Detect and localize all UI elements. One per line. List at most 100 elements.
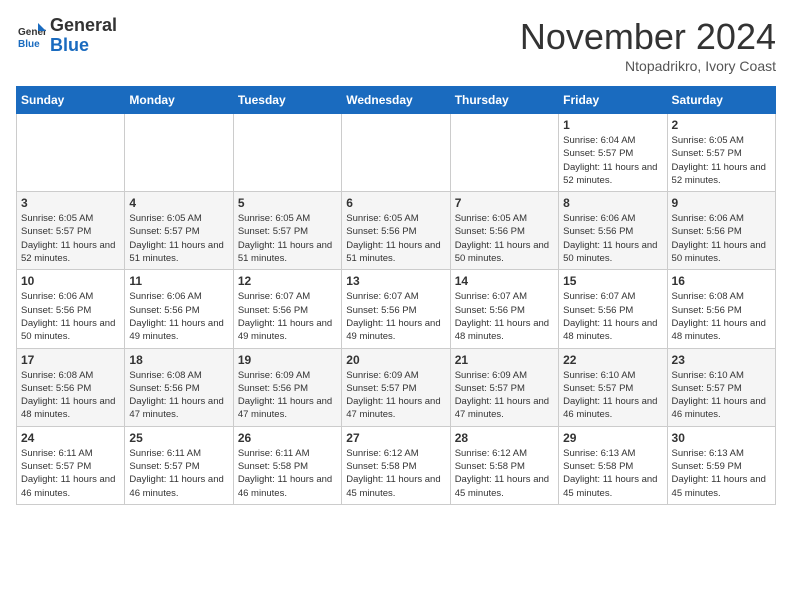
calendar-cell: 19 Sunrise: 6:09 AM Sunset: 5:56 PM Dayli…	[233, 348, 341, 426]
calendar-cell: 13 Sunrise: 6:07 AM Sunset: 5:56 PM Dayli…	[342, 270, 450, 348]
day-number: 14	[455, 274, 554, 288]
logo-blue-text: Blue	[50, 35, 89, 55]
day-info: Sunrise: 6:12 AM Sunset: 5:58 PM Dayligh…	[455, 447, 554, 500]
day-info: Sunrise: 6:08 AM Sunset: 5:56 PM Dayligh…	[129, 369, 228, 422]
day-number: 29	[563, 431, 662, 445]
day-number: 22	[563, 353, 662, 367]
day-info: Sunrise: 6:05 AM Sunset: 5:57 PM Dayligh…	[238, 212, 337, 265]
day-number: 5	[238, 196, 337, 210]
day-number: 19	[238, 353, 337, 367]
calendar-cell: 21 Sunrise: 6:09 AM Sunset: 5:57 PM Dayli…	[450, 348, 558, 426]
calendar-cell: 20 Sunrise: 6:09 AM Sunset: 5:57 PM Dayli…	[342, 348, 450, 426]
day-number: 7	[455, 196, 554, 210]
day-info: Sunrise: 6:08 AM Sunset: 5:56 PM Dayligh…	[21, 369, 120, 422]
calendar-cell: 25 Sunrise: 6:11 AM Sunset: 5:57 PM Dayli…	[125, 426, 233, 504]
calendar-cell	[17, 114, 125, 192]
location-subtitle: Ntopadrikro, Ivory Coast	[520, 58, 776, 74]
calendar-cell: 12 Sunrise: 6:07 AM Sunset: 5:56 PM Dayli…	[233, 270, 341, 348]
day-info: Sunrise: 6:04 AM Sunset: 5:57 PM Dayligh…	[563, 134, 662, 187]
day-info: Sunrise: 6:10 AM Sunset: 5:57 PM Dayligh…	[672, 369, 771, 422]
calendar-body: 1 Sunrise: 6:04 AM Sunset: 5:57 PM Daylig…	[17, 114, 776, 505]
calendar-week-1: 1 Sunrise: 6:04 AM Sunset: 5:57 PM Daylig…	[17, 114, 776, 192]
calendar-cell: 18 Sunrise: 6:08 AM Sunset: 5:56 PM Dayli…	[125, 348, 233, 426]
day-info: Sunrise: 6:13 AM Sunset: 5:58 PM Dayligh…	[563, 447, 662, 500]
day-info: Sunrise: 6:06 AM Sunset: 5:56 PM Dayligh…	[21, 290, 120, 343]
day-number: 6	[346, 196, 445, 210]
day-number: 21	[455, 353, 554, 367]
calendar-cell: 4Sunrise: 6:05 AM Sunset: 5:57 PM Daylig…	[125, 192, 233, 270]
calendar-cell: 29 Sunrise: 6:13 AM Sunset: 5:58 PM Dayli…	[559, 426, 667, 504]
day-info: Sunrise: 6:05 AM Sunset: 5:56 PM Dayligh…	[346, 212, 445, 265]
day-info: Sunrise: 6:07 AM Sunset: 5:56 PM Dayligh…	[563, 290, 662, 343]
calendar-header: SundayMondayTuesdayWednesdayThursdayFrid…	[17, 87, 776, 114]
day-number: 16	[672, 274, 771, 288]
day-info: Sunrise: 6:08 AM Sunset: 5:56 PM Dayligh…	[672, 290, 771, 343]
day-number: 25	[129, 431, 228, 445]
calendar-cell: 22Sunrise: 6:10 AM Sunset: 5:57 PM Dayli…	[559, 348, 667, 426]
calendar-cell	[125, 114, 233, 192]
day-number: 9	[672, 196, 771, 210]
day-info: Sunrise: 6:12 AM Sunset: 5:58 PM Dayligh…	[346, 447, 445, 500]
calendar-week-2: 3Sunrise: 6:05 AM Sunset: 5:57 PM Daylig…	[17, 192, 776, 270]
day-info: Sunrise: 6:11 AM Sunset: 5:57 PM Dayligh…	[129, 447, 228, 500]
calendar-cell: 16 Sunrise: 6:08 AM Sunset: 5:56 PM Dayli…	[667, 270, 775, 348]
day-number: 12	[238, 274, 337, 288]
day-info: Sunrise: 6:13 AM Sunset: 5:59 PM Dayligh…	[672, 447, 771, 500]
calendar-cell: 8Sunrise: 6:06 AM Sunset: 5:56 PM Daylig…	[559, 192, 667, 270]
logo: General Blue General Blue	[16, 16, 117, 56]
day-info: Sunrise: 6:07 AM Sunset: 5:56 PM Dayligh…	[346, 290, 445, 343]
calendar-week-5: 24 Sunrise: 6:11 AM Sunset: 5:57 PM Dayli…	[17, 426, 776, 504]
calendar-cell: 6 Sunrise: 6:05 AM Sunset: 5:56 PM Daylig…	[342, 192, 450, 270]
calendar-cell: 23 Sunrise: 6:10 AM Sunset: 5:57 PM Dayli…	[667, 348, 775, 426]
day-header-wednesday: Wednesday	[342, 87, 450, 114]
day-info: Sunrise: 6:07 AM Sunset: 5:56 PM Dayligh…	[455, 290, 554, 343]
calendar-cell	[450, 114, 558, 192]
day-info: Sunrise: 6:05 AM Sunset: 5:56 PM Dayligh…	[455, 212, 554, 265]
day-header-sunday: Sunday	[17, 87, 125, 114]
calendar-cell: 17Sunrise: 6:08 AM Sunset: 5:56 PM Dayli…	[17, 348, 125, 426]
days-of-week-row: SundayMondayTuesdayWednesdayThursdayFrid…	[17, 87, 776, 114]
calendar-cell: 7 Sunrise: 6:05 AM Sunset: 5:56 PM Daylig…	[450, 192, 558, 270]
day-number: 26	[238, 431, 337, 445]
title-block: November 2024 Ntopadrikro, Ivory Coast	[520, 16, 776, 74]
day-number: 23	[672, 353, 771, 367]
logo-icon: General Blue	[16, 21, 46, 51]
day-header-monday: Monday	[125, 87, 233, 114]
day-info: Sunrise: 6:06 AM Sunset: 5:56 PM Dayligh…	[129, 290, 228, 343]
day-header-tuesday: Tuesday	[233, 87, 341, 114]
calendar-cell: 15 Sunrise: 6:07 AM Sunset: 5:56 PM Dayli…	[559, 270, 667, 348]
day-info: Sunrise: 6:09 AM Sunset: 5:56 PM Dayligh…	[238, 369, 337, 422]
day-info: Sunrise: 6:06 AM Sunset: 5:56 PM Dayligh…	[563, 212, 662, 265]
day-number: 18	[129, 353, 228, 367]
calendar-cell: 14 Sunrise: 6:07 AM Sunset: 5:56 PM Dayli…	[450, 270, 558, 348]
calendar-cell	[233, 114, 341, 192]
day-number: 11	[129, 274, 228, 288]
day-info: Sunrise: 6:05 AM Sunset: 5:57 PM Dayligh…	[129, 212, 228, 265]
day-header-saturday: Saturday	[667, 87, 775, 114]
day-info: Sunrise: 6:05 AM Sunset: 5:57 PM Dayligh…	[21, 212, 120, 265]
calendar-cell: 9Sunrise: 6:06 AM Sunset: 5:56 PM Daylig…	[667, 192, 775, 270]
day-info: Sunrise: 6:09 AM Sunset: 5:57 PM Dayligh…	[346, 369, 445, 422]
day-number: 24	[21, 431, 120, 445]
day-info: Sunrise: 6:11 AM Sunset: 5:57 PM Dayligh…	[21, 447, 120, 500]
day-header-thursday: Thursday	[450, 87, 558, 114]
day-number: 27	[346, 431, 445, 445]
calendar-cell: 2Sunrise: 6:05 AM Sunset: 5:57 PM Daylig…	[667, 114, 775, 192]
calendar-cell: 5 Sunrise: 6:05 AM Sunset: 5:57 PM Daylig…	[233, 192, 341, 270]
calendar-cell: 24 Sunrise: 6:11 AM Sunset: 5:57 PM Dayli…	[17, 426, 125, 504]
day-number: 1	[563, 118, 662, 132]
page-header: General Blue General Blue November 2024 …	[16, 16, 776, 74]
day-info: Sunrise: 6:07 AM Sunset: 5:56 PM Dayligh…	[238, 290, 337, 343]
day-number: 10	[21, 274, 120, 288]
day-number: 28	[455, 431, 554, 445]
svg-text:Blue: Blue	[18, 39, 40, 50]
day-info: Sunrise: 6:11 AM Sunset: 5:58 PM Dayligh…	[238, 447, 337, 500]
day-info: Sunrise: 6:09 AM Sunset: 5:57 PM Dayligh…	[455, 369, 554, 422]
day-number: 15	[563, 274, 662, 288]
calendar-cell: 11 Sunrise: 6:06 AM Sunset: 5:56 PM Dayli…	[125, 270, 233, 348]
day-number: 13	[346, 274, 445, 288]
calendar-cell	[342, 114, 450, 192]
calendar-week-4: 17Sunrise: 6:08 AM Sunset: 5:56 PM Dayli…	[17, 348, 776, 426]
day-header-friday: Friday	[559, 87, 667, 114]
day-number: 20	[346, 353, 445, 367]
